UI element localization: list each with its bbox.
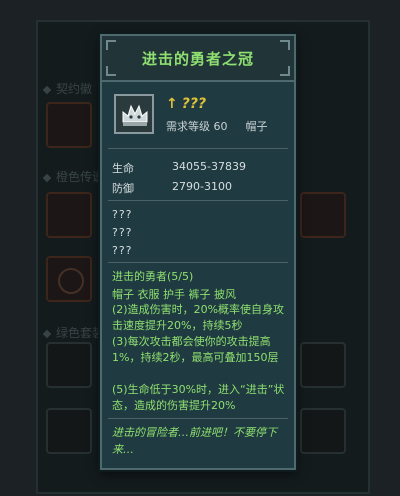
stat-value: 2790-3100 xyxy=(172,180,232,193)
item-title: 进击的勇者之冠 xyxy=(141,50,254,68)
set-name: 进击的勇者(5/5) xyxy=(112,270,194,283)
unknown-attribute: ??? xyxy=(112,244,133,257)
set-effect-3: (3)每次攻击都会使你的攻击提高1%，持续2秒，最高可叠加150层 xyxy=(112,335,279,364)
stat-row-def: 防御 2790-3100 xyxy=(112,180,232,196)
crown-item-icon xyxy=(114,94,154,134)
unknown-attribute: ??? xyxy=(112,226,133,239)
stat-row-hp: 生命 34055-37839 xyxy=(112,160,246,176)
set-pieces: 帽子 衣服 护手 裤子 披风 xyxy=(112,288,236,301)
stat-value: 34055-37839 xyxy=(172,160,246,173)
item-tooltip: 进击的勇者之冠 ↑??? 需求等级 60 帽子 生命 34055-37839 防御… xyxy=(100,34,296,470)
flavor-text: 进击的冒险者…前进吧！不要停下来… xyxy=(112,426,277,456)
item-name-arrow-icon: ↑ xyxy=(166,96,178,112)
divider xyxy=(108,200,288,201)
item-slot: 帽子 xyxy=(245,120,268,133)
divider xyxy=(108,148,288,149)
set-effect-2: (2)造成伤害时，20%概率使自身攻击速度提升20%，持续5秒 xyxy=(112,303,285,332)
item-requirement: 需求等级 60 帽子 xyxy=(166,118,268,134)
item-name: ↑??? xyxy=(166,96,206,112)
level-requirement: 需求等级 60 xyxy=(166,120,228,133)
item-name-text: ??? xyxy=(181,96,207,112)
stat-label: 防御 xyxy=(112,182,134,195)
stat-label: 生命 xyxy=(112,162,134,175)
unknown-attribute: ??? xyxy=(112,208,133,221)
divider xyxy=(108,418,288,419)
set-effect-5: (5)生命低于30%时，进入“进击”状态，造成的伤害提升20% xyxy=(112,383,285,412)
divider xyxy=(108,262,288,263)
tooltip-header: 进击的勇者之冠 xyxy=(102,36,294,82)
